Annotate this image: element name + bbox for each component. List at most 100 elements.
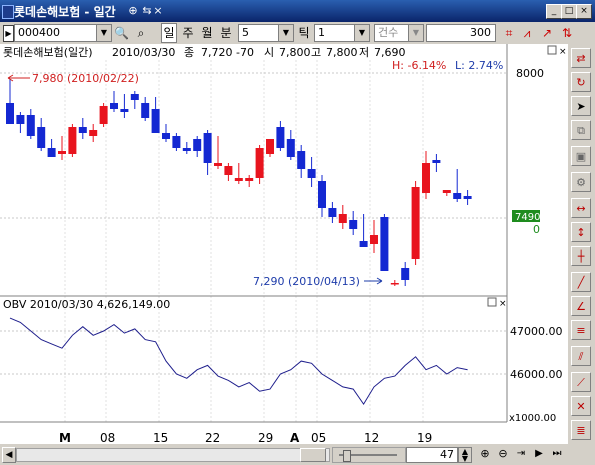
link-tool-button[interactable]: ⇄ [571, 48, 591, 68]
close-button[interactable]: × [576, 4, 592, 19]
chevron-down-icon[interactable]: ▼ [278, 25, 293, 41]
scroll-left-button[interactable]: ◀ [2, 447, 16, 463]
refresh-tool-icon: ↻ [576, 76, 586, 89]
vertical-line-tool[interactable]: ↕ [571, 222, 591, 242]
angle-line-tool[interactable]: ∠ [571, 296, 591, 316]
crosshair-tool[interactable]: ┼ [571, 246, 591, 266]
minute-combo[interactable]: 5 ▼ [238, 24, 294, 42]
scroll-track[interactable] [16, 448, 330, 462]
zoom-input[interactable]: 47 [406, 447, 458, 463]
chart-svg: 7,980 (2010/02/22) 7,290 (2010/04/13) 롯데… [0, 44, 567, 444]
gann-icon: ✕ [576, 400, 586, 413]
link-icon[interactable]: ⊕ [126, 4, 140, 18]
tab-weekly[interactable]: 주 [181, 24, 195, 42]
candle-body [370, 235, 378, 244]
obv-axis-46000: 46000.00 [510, 368, 563, 381]
count-value: 300 [470, 26, 491, 39]
obv-panel-close-icon[interactable]: × [499, 299, 507, 309]
zoom-slider[interactable] [332, 447, 406, 463]
maximize-button[interactable]: □ [561, 4, 577, 19]
scroll-thumb[interactable] [300, 448, 326, 462]
pointer-tool-button[interactable]: ➤ [571, 96, 591, 116]
x-axis-label: 22 [205, 431, 220, 444]
fan-icon: ⟋ [577, 376, 585, 389]
fibonacci-icon: ≡ [576, 324, 586, 337]
zoom-in-icon[interactable]: ⊕ [478, 445, 492, 463]
zoom-out-icon[interactable]: ⊖ [496, 445, 510, 463]
candle-body [328, 208, 337, 217]
refresh-tool-button[interactable]: ↻ [571, 72, 591, 92]
candle-body [276, 127, 285, 148]
minimize-button[interactable]: _ [546, 4, 562, 19]
tab-daily[interactable]: 일 [161, 23, 177, 43]
scroll-right-icon[interactable]: ▶ [532, 445, 546, 463]
candle-body [255, 148, 264, 178]
chart-area[interactable]: 7,980 (2010/02/22) 7,290 (2010/04/13) 롯데… [0, 44, 568, 444]
tab-minute[interactable]: 분 [219, 24, 233, 42]
zoom-slider-thumb[interactable] [343, 450, 351, 462]
scroll-fast-icon[interactable]: ⏭ [550, 445, 564, 463]
layout-tool-button[interactable]: ▣ [571, 146, 591, 166]
window-title: 롯데손해보험 - 일간 [14, 5, 116, 19]
search-icon[interactable]: 🔍 [114, 24, 129, 42]
tick-combo[interactable]: 1 ▼ [314, 24, 370, 42]
scroll-end-icon[interactable]: ⇥ [514, 445, 528, 463]
trend-icon[interactable]: ↗ [540, 24, 554, 42]
obv-axis-47000: 47000.00 [510, 325, 563, 338]
panel-close-icon[interactable]: × [559, 47, 567, 57]
count-combo[interactable]: 건수 ▼ [374, 24, 424, 42]
trendline-icon: ╱ [577, 276, 585, 289]
header-change: -70 [236, 46, 254, 59]
window-title-bar[interactable]: 롯데손해보험 - 일간 ⊕ ⇆ × _ □ × [0, 0, 595, 22]
zoom-spin-button[interactable]: ▲ ▼ [458, 447, 472, 463]
candle-body [401, 268, 410, 280]
candle-body [349, 220, 358, 229]
x-axis-label: 05 [311, 431, 326, 444]
chevron-down-icon[interactable]: ▼ [354, 25, 369, 41]
trendline-tool[interactable]: ╱ [571, 272, 591, 292]
layout-icon: ▣ [575, 150, 587, 163]
candle-body [110, 103, 118, 109]
gann-tool[interactable]: ✕ [571, 396, 591, 416]
line-chart-icon[interactable]: ⩘ [520, 24, 534, 42]
cursor-icon: ➤ [576, 100, 586, 113]
x-axis-label: M [59, 431, 71, 444]
tab-monthly[interactable]: 월 [200, 24, 214, 42]
magnify-icon[interactable]: ⌕ [134, 24, 148, 42]
tick-value: 1 [318, 26, 325, 39]
candle-body [6, 103, 14, 124]
copy-tool-button[interactable]: ⧉ [571, 120, 591, 140]
count-input[interactable]: 300 [426, 24, 496, 42]
horizontal-line-icon: ↔ [576, 202, 586, 215]
chart-type-icon[interactable]: ⌗ [502, 24, 516, 42]
x-axis-label: 15 [153, 431, 168, 444]
tab-tick[interactable]: 틱 [297, 24, 311, 42]
x-axis-label: 08 [100, 431, 115, 444]
chevron-down-icon[interactable]: ▼ [96, 25, 111, 41]
chevron-down-icon[interactable]: ▼ [408, 25, 423, 41]
fibonacci-tool[interactable]: ≡ [571, 320, 591, 340]
fan-tool[interactable]: ⟋ [571, 372, 591, 392]
obv-panel-maximize-icon[interactable] [487, 297, 497, 307]
candle-body [463, 196, 472, 199]
candle-body [318, 181, 326, 208]
candle-body [151, 109, 160, 133]
candle-body [89, 130, 98, 136]
candle-body [442, 190, 451, 193]
close-chart-icon[interactable]: × [151, 4, 165, 18]
header-l-pct: L: 2.74% [455, 59, 503, 72]
panel-maximize-icon[interactable] [547, 45, 557, 55]
sort-icon[interactable]: ⇅ [560, 24, 574, 42]
channel-tool[interactable]: ⫽ [571, 346, 591, 366]
settings-tool-button[interactable]: ⚙ [571, 172, 591, 192]
candle-body [453, 193, 462, 199]
horizontal-line-tool[interactable]: ↔ [571, 198, 591, 218]
candle-body [172, 136, 181, 148]
count-label: 건수 [378, 26, 399, 39]
settings-icon: ⚙ [576, 176, 586, 189]
stock-code-combo[interactable]: 000400 ▼ [14, 24, 112, 42]
axis-label-8000: 8000 [516, 67, 544, 80]
code-panel-toggle[interactable]: ▶ [3, 25, 14, 42]
cycle-tool[interactable]: ≣ [571, 420, 591, 440]
header-date: 2010/03/30 [112, 46, 175, 59]
